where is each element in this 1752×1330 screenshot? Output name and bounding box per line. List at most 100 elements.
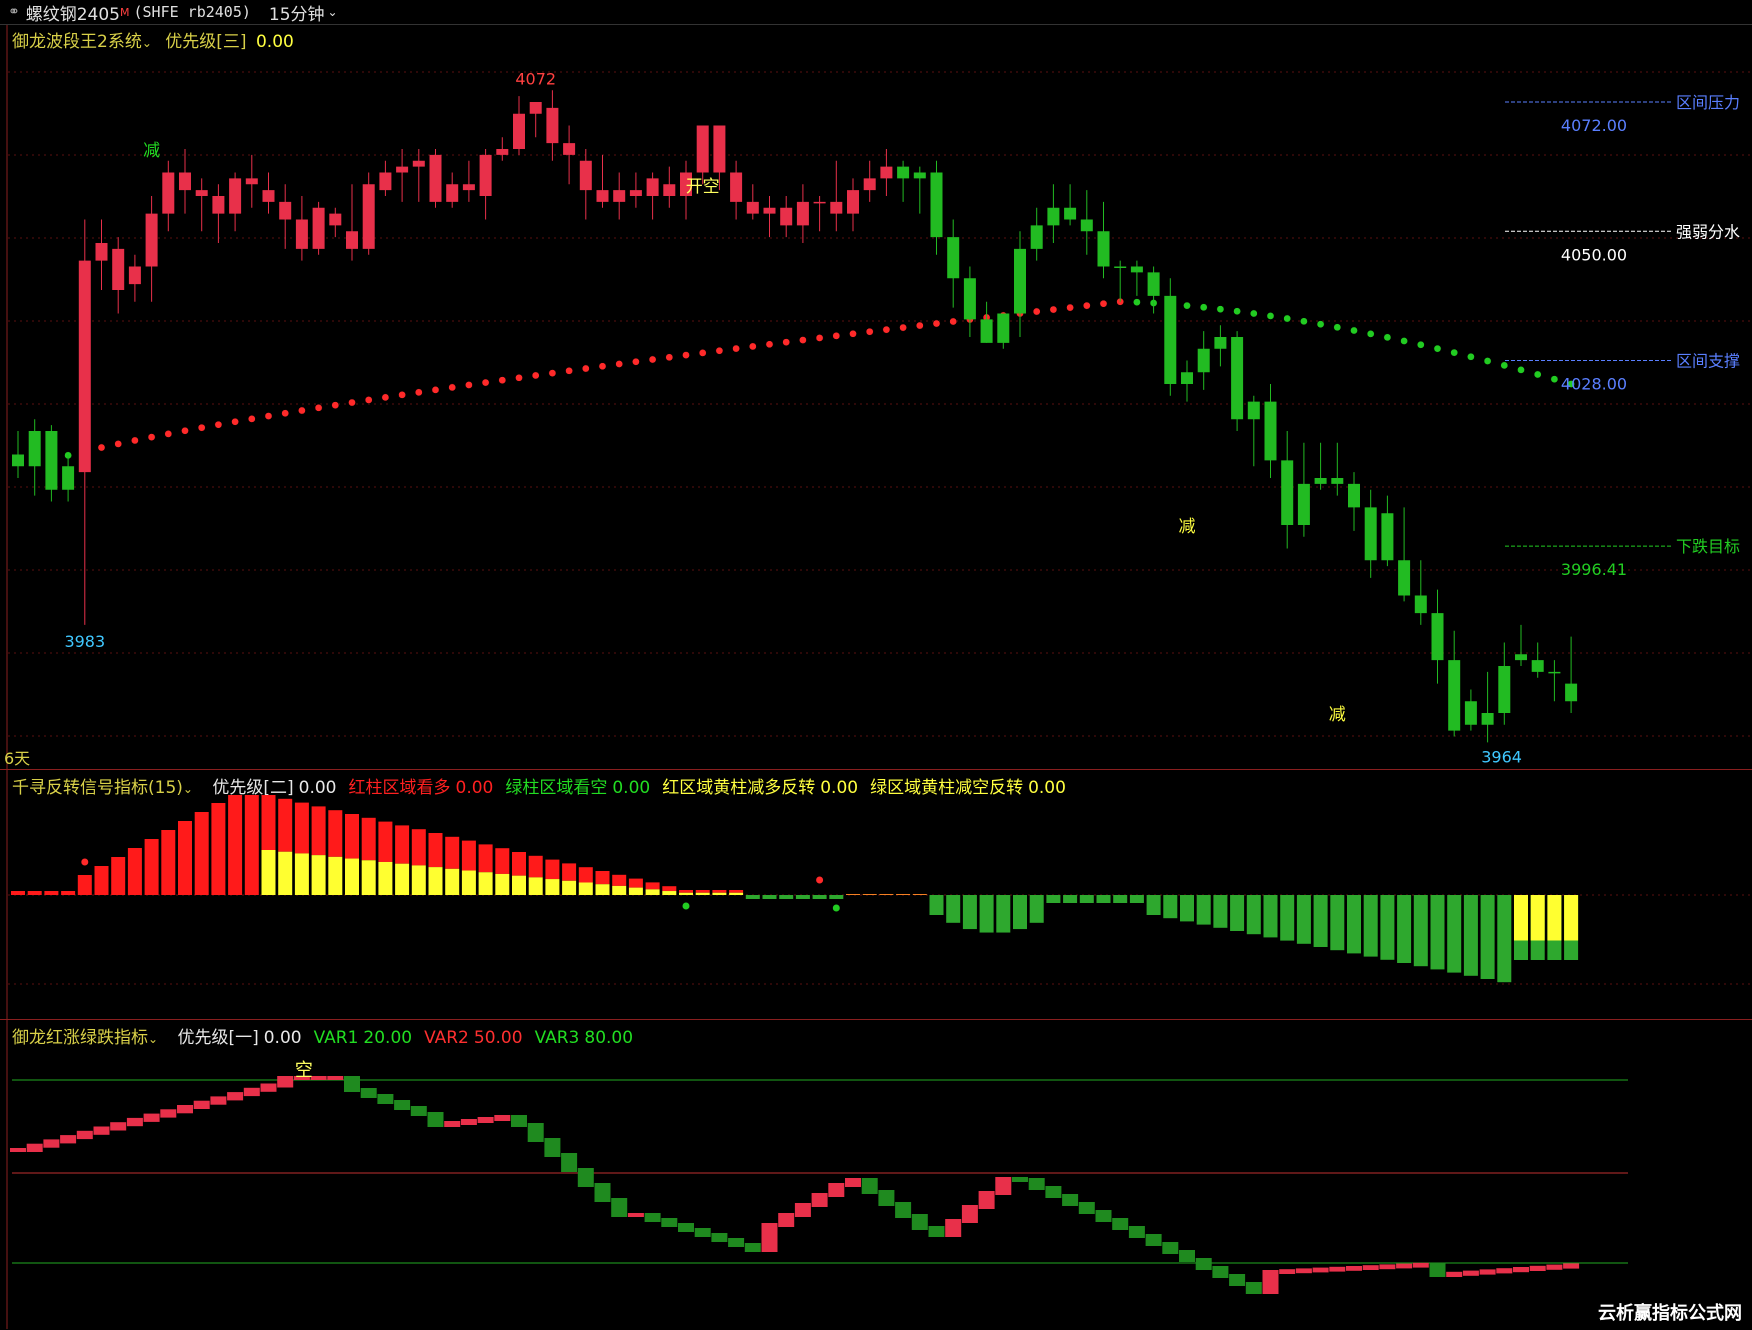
trail-stop-dot <box>1517 366 1524 373</box>
histogram-bar-red <box>295 803 309 854</box>
trail-stop-dot <box>1484 357 1491 364</box>
candle-body <box>480 155 492 196</box>
trend-step <box>1396 1264 1412 1269</box>
histogram-bar-green <box>1264 895 1278 937</box>
chart-canvas[interactable]: 4072398339646天减开空减减区间压力4072.00强弱分水4050.0… <box>0 0 1752 1329</box>
trend-step <box>711 1233 727 1242</box>
trail-stop-dot <box>916 322 923 329</box>
candle-body <box>931 173 943 238</box>
trend-step <box>661 1218 677 1227</box>
histogram-bar-red <box>579 867 593 882</box>
candle-body <box>730 173 742 202</box>
trail-stop-dot <box>1417 341 1424 348</box>
candle-body <box>1114 267 1126 269</box>
trail-stop-dot <box>248 415 255 422</box>
level-value-label: 4072.00 <box>1561 116 1627 135</box>
histogram-bar-yellow <box>679 893 693 895</box>
histogram-bar-yellow <box>1564 895 1578 941</box>
candle-body <box>897 167 909 179</box>
histogram-bar-green <box>1030 895 1044 923</box>
trend-step <box>528 1123 544 1142</box>
trail-stop-dot <box>833 332 840 339</box>
trend-step <box>1029 1178 1045 1190</box>
histogram-bar-green <box>1297 895 1311 944</box>
trail-stop-dot <box>749 343 756 350</box>
trail-stop-dot <box>1100 300 1107 307</box>
histogram-bar-green <box>1247 895 1261 934</box>
trail-stop-dot <box>382 394 389 401</box>
candle-body <box>1298 484 1310 525</box>
candle-body <box>1432 613 1444 660</box>
candle-body <box>981 319 993 343</box>
histogram-bar-green <box>796 895 810 899</box>
trend-step <box>762 1223 778 1252</box>
candle-body <box>179 173 191 191</box>
trend-step <box>227 1092 243 1100</box>
trail-stop-dot <box>1050 306 1057 313</box>
trend-step <box>344 1076 360 1092</box>
histogram-bar-green <box>1197 895 1211 925</box>
candle-body <box>129 267 141 285</box>
trail-stop-dot <box>616 360 623 367</box>
trend-step <box>1363 1265 1379 1270</box>
histogram-bar-yellow <box>495 874 509 895</box>
level-name-label: 强弱分水 <box>1676 222 1740 241</box>
trail-stop-dot <box>115 440 122 447</box>
trend-step <box>1196 1258 1212 1270</box>
trend-step <box>1045 1186 1061 1198</box>
candle-body <box>1448 660 1460 731</box>
candle-body <box>279 202 291 220</box>
candle-body <box>1181 372 1193 384</box>
histogram-bar-yellow <box>395 864 409 895</box>
histogram-bar-red <box>378 822 392 862</box>
trend-step <box>144 1114 160 1122</box>
trail-stop-dot <box>298 407 305 414</box>
level-name-label: 下跌目标 <box>1676 537 1740 556</box>
histogram-bar-red <box>44 891 58 895</box>
candle-body <box>12 455 24 467</box>
trail-stop-dot <box>666 354 673 361</box>
trend-step <box>1112 1218 1128 1230</box>
trail-stop-dot <box>566 367 573 374</box>
trend-step <box>1530 1266 1546 1271</box>
trend-step <box>361 1088 377 1098</box>
histogram-bar-green <box>746 895 760 899</box>
histogram-bar-red <box>78 875 92 895</box>
low-price-label: 3964 <box>1481 747 1522 766</box>
candle-body <box>764 208 776 214</box>
trail-stop-dot <box>649 356 656 363</box>
histogram-bar-red <box>161 830 175 895</box>
trend-step <box>995 1177 1011 1195</box>
level-value-label: 4050.00 <box>1561 245 1627 264</box>
trend-step <box>1430 1263 1446 1277</box>
candle-body <box>1231 337 1243 419</box>
trend-step <box>1446 1272 1462 1277</box>
trend-step <box>94 1127 110 1135</box>
trend-step <box>411 1106 427 1116</box>
histogram-bar-yellow <box>562 881 576 895</box>
days-count-label: 6天 <box>4 749 30 768</box>
trail-stop-dot <box>282 410 289 417</box>
candle-body <box>780 208 792 226</box>
trend-step <box>878 1190 894 1206</box>
histogram-bar-yellow <box>545 879 559 895</box>
trend-step <box>277 1076 293 1088</box>
candle-body <box>296 220 308 249</box>
histogram-bar-red <box>846 894 860 895</box>
candle-body <box>663 184 675 196</box>
trail-stop-dot <box>1250 310 1257 317</box>
candle-body <box>1248 402 1260 420</box>
trail-stop-dot <box>549 370 556 377</box>
histogram-bar-yellow <box>512 876 526 895</box>
histogram-bar-yellow <box>429 867 443 895</box>
histogram-bar-red <box>562 863 576 880</box>
trend-step <box>10 1148 26 1152</box>
histogram-bar-red <box>178 821 192 895</box>
trend-step <box>1329 1267 1345 1272</box>
trail-stop-dot <box>632 358 639 365</box>
trend-step <box>428 1112 444 1127</box>
trail-stop-dot <box>1267 312 1274 319</box>
trend-step <box>795 1203 811 1217</box>
trend-step <box>645 1213 661 1222</box>
candle-body <box>29 431 41 466</box>
